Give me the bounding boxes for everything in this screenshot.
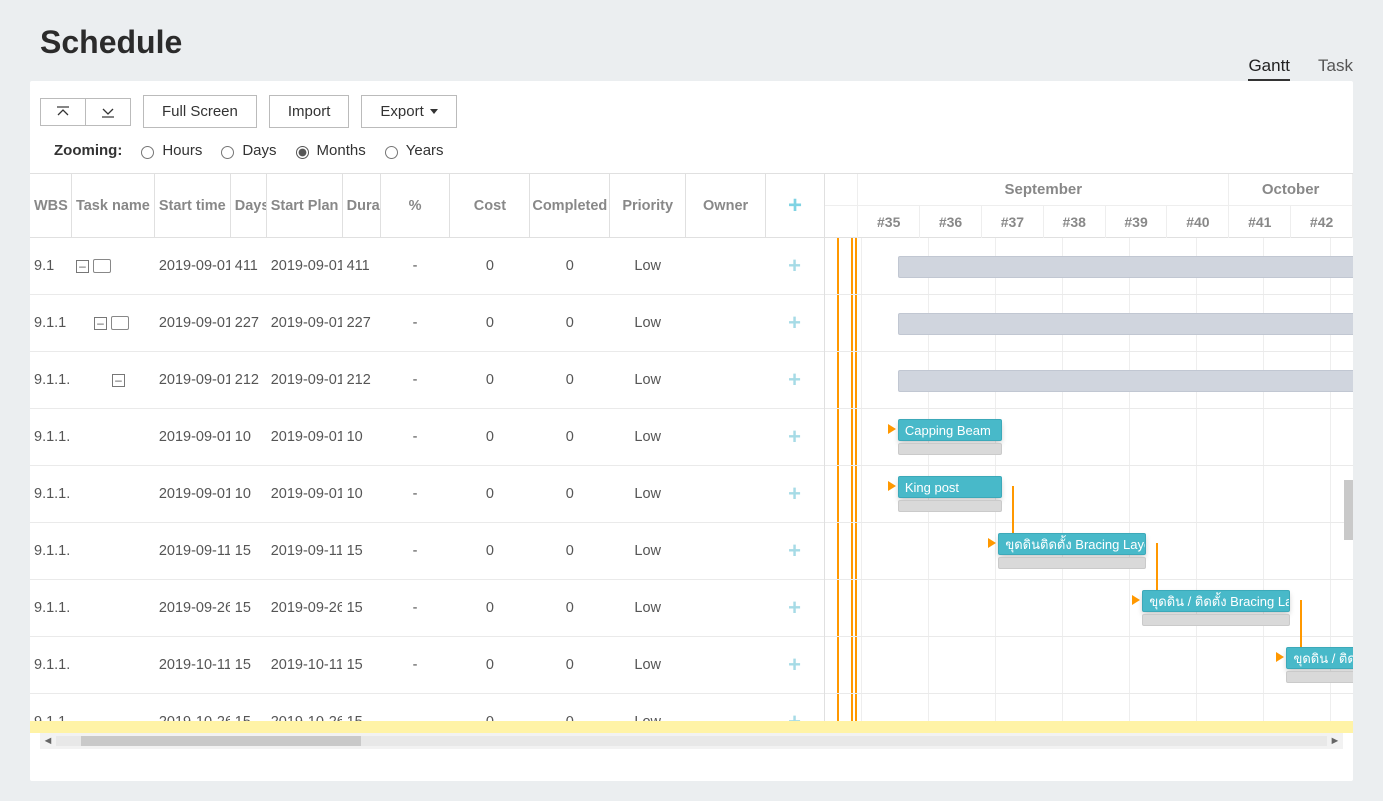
table-row[interactable]: 9.1.1.12019-09-01102019-09-0110-00Low+ (30, 409, 824, 466)
gantt-row: ขุดดิน / ติดตั้ง Bracing La (825, 580, 1353, 637)
collapse-up-button[interactable] (40, 98, 86, 126)
scroll-left-arrow[interactable]: ◄ (40, 735, 56, 747)
add-task-button[interactable]: + (788, 595, 801, 621)
table-row[interactable]: 9.1.1.12019-09-11152019-09-1115-00Low+ (30, 523, 824, 580)
gantt-pane[interactable]: SeptemberOctober #35#36#37#38#39#40#41#4… (825, 174, 1353, 749)
scroll-right-arrow[interactable]: ► (1327, 735, 1343, 747)
col-dur[interactable]: Dura (343, 174, 381, 237)
gantt-card: Full Screen Import Export Zooming: Hours… (30, 81, 1353, 781)
zoom-option-months[interactable]: Months (291, 142, 366, 159)
collapse-toggle[interactable]: – (76, 260, 89, 273)
add-task-button[interactable]: + (788, 253, 801, 279)
week-header: #40 (1167, 206, 1229, 238)
timeline-header: SeptemberOctober #35#36#37#38#39#40#41#4… (825, 174, 1353, 238)
vertical-scroll-indicator[interactable] (1344, 480, 1353, 540)
col-days[interactable]: Days (231, 174, 267, 237)
gantt-summary-bar[interactable] (898, 370, 1353, 392)
table-row[interactable]: 9.1–2019-09-014112019-09-01411-00Low+ (30, 238, 824, 295)
caret-down-icon (430, 109, 438, 114)
gantt-plan-bar (898, 443, 1002, 455)
gantt-plan-bar (1286, 671, 1353, 683)
gantt-plan-bar (998, 557, 1145, 569)
gantt-task-bar[interactable]: ขุดดิน / ติดตั้ง Bracing La (1142, 590, 1289, 612)
view-tabs: Gantt Task (1248, 56, 1353, 81)
zoom-option-days[interactable]: Days (216, 142, 276, 159)
table-row[interactable]: 9.1.1.12019-09-26152019-09-2615-00Low+ (30, 580, 824, 637)
add-task-button[interactable]: + (788, 652, 801, 678)
col-wbs[interactable]: WBS (30, 174, 72, 237)
page-title: Schedule (40, 24, 182, 61)
zoom-label: Zooming: (54, 142, 122, 159)
col-pct[interactable]: % (381, 174, 451, 237)
col-cost[interactable]: Cost (450, 174, 530, 237)
gantt-summary-bar[interactable] (898, 313, 1353, 335)
week-header: #38 (1044, 206, 1106, 238)
plus-icon: + (788, 192, 802, 220)
add-task-button[interactable]: + (788, 367, 801, 393)
week-header: #41 (1229, 206, 1291, 238)
gantt-row: ขุดดินติดตั้ง Bracing Layer (825, 523, 1353, 580)
gantt-row: ขุดดิน / ติดตั้ง (825, 637, 1353, 694)
footer-highlight (30, 721, 1353, 733)
gantt-row (825, 352, 1353, 409)
table-row[interactable]: 9.1.1.12019-09-01102019-09-0110-00Low+ (30, 466, 824, 523)
grid-header: WBS Task name Start time Days Start Plan… (30, 174, 824, 238)
month-header: October (1229, 174, 1353, 205)
zoom-controls: Zooming: Hours Days Months Years (30, 128, 1353, 173)
scroll-thumb[interactable] (81, 736, 361, 746)
zoom-option-hours[interactable]: Hours (136, 142, 202, 159)
gantt-row (825, 295, 1353, 352)
col-name[interactable]: Task name (72, 174, 155, 237)
zoom-option-years[interactable]: Years (380, 142, 444, 159)
gantt-plan-bar (898, 500, 1002, 512)
add-task-button[interactable]: + (788, 310, 801, 336)
chevron-up-bar-icon (55, 106, 71, 118)
chart-body: Capping Beam King post ขุดดินติดตั้ง Braci… (825, 238, 1353, 749)
chevron-down-bar-icon (100, 106, 116, 118)
table-row[interactable]: 9.1.1.1–2019-09-012122019-09-01212-00Low… (30, 352, 824, 409)
gantt-row: King post (825, 466, 1353, 523)
scroll-track[interactable] (56, 736, 1327, 746)
gantt-row (825, 238, 1353, 295)
collapse-toggle[interactable]: – (94, 317, 107, 330)
add-task-button[interactable]: + (788, 481, 801, 507)
month-header: September (858, 174, 1229, 205)
add-task-button[interactable]: + (788, 538, 801, 564)
week-header: #37 (982, 206, 1044, 238)
horizontal-scrollbar[interactable]: ◄ ► (40, 733, 1343, 749)
grid-pane: WBS Task name Start time Days Start Plan… (30, 174, 825, 749)
gantt-task-bar[interactable]: Capping Beam (898, 419, 1002, 441)
col-startplan[interactable]: Start Plan (267, 174, 343, 237)
import-button[interactable]: Import (269, 95, 350, 128)
export-button[interactable]: Export (361, 95, 456, 128)
tab-task[interactable]: Task (1318, 56, 1353, 81)
collapse-down-button[interactable] (86, 98, 131, 126)
col-completed[interactable]: Completed (530, 174, 610, 237)
col-priority[interactable]: Priority (610, 174, 686, 237)
folder-icon (111, 316, 129, 330)
week-header: #42 (1291, 206, 1353, 238)
col-owner[interactable]: Owner (686, 174, 766, 237)
gantt-task-bar[interactable]: ขุดดินติดตั้ง Bracing Layer (998, 533, 1145, 555)
toolbar: Full Screen Import Export (30, 87, 1353, 128)
week-header: #39 (1106, 206, 1168, 238)
fullscreen-button[interactable]: Full Screen (143, 95, 257, 128)
gantt-task-bar[interactable]: King post (898, 476, 1002, 498)
gantt-plan-bar (1142, 614, 1289, 626)
table-row[interactable]: 9.1.1.12019-10-11152019-10-1115-00Low+ (30, 637, 824, 694)
tab-gantt[interactable]: Gantt (1248, 56, 1290, 81)
week-header: #35 (858, 206, 920, 238)
export-label: Export (380, 103, 423, 120)
week-header: #36 (920, 206, 982, 238)
col-add[interactable]: + (766, 174, 824, 237)
gantt-summary-bar[interactable] (898, 256, 1353, 278)
add-task-button[interactable]: + (788, 424, 801, 450)
folder-icon (93, 259, 111, 273)
collapse-toggle[interactable]: – (112, 374, 125, 387)
col-start[interactable]: Start time (155, 174, 231, 237)
table-row[interactable]: 9.1.1–2019-09-012272019-09-01227-00Low+ (30, 295, 824, 352)
gantt-row: Capping Beam (825, 409, 1353, 466)
gantt-task-bar[interactable]: ขุดดิน / ติดตั้ง (1286, 647, 1353, 669)
